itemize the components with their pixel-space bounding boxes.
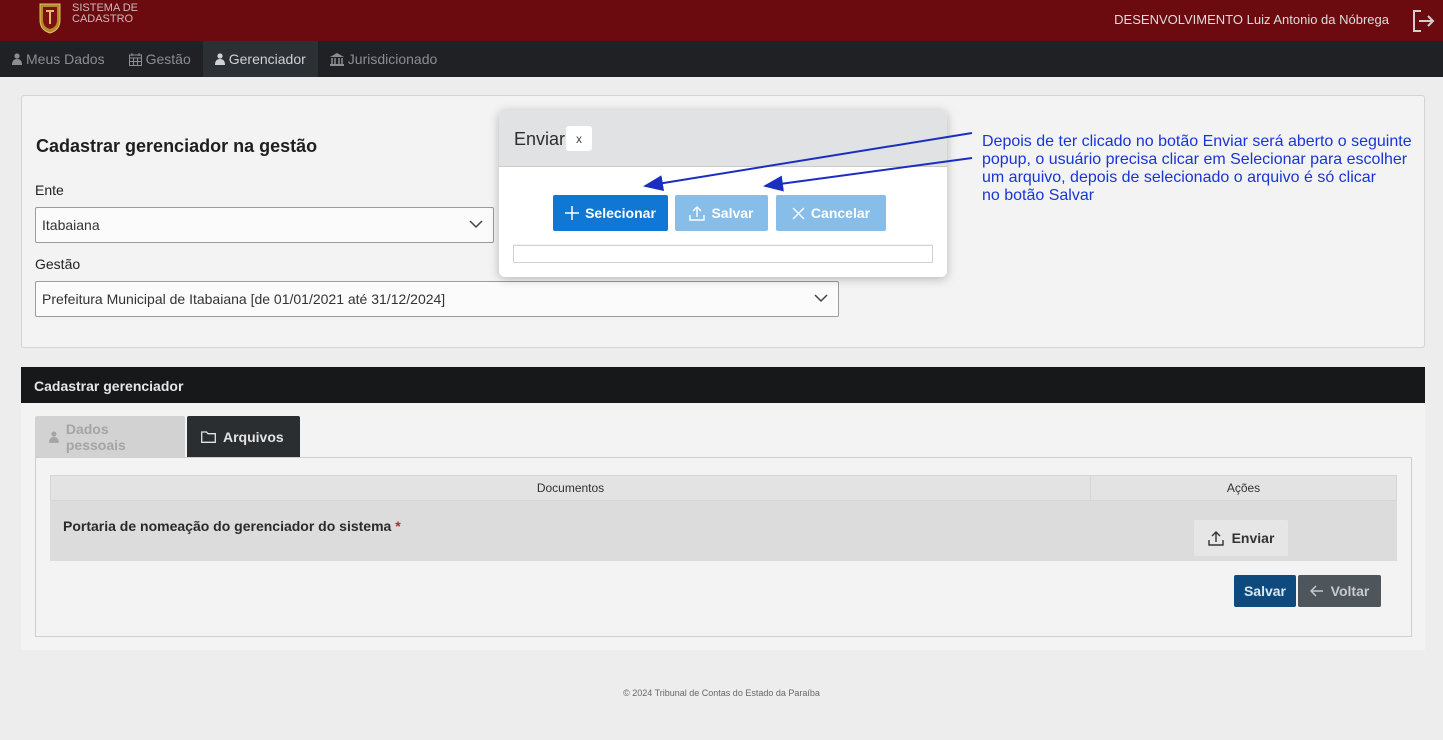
- annotation-line: popup, o usuário precisa clicar em Selec…: [982, 151, 1408, 168]
- modal-cancel-button[interactable]: Cancelar: [776, 195, 886, 231]
- modal-close-button[interactable]: x: [566, 126, 592, 151]
- column-header-acoes: Ações: [1226, 481, 1261, 495]
- user-name: DESENVOLVIMENTO Luiz Antonio da Nóbrega: [1114, 12, 1389, 27]
- brand-name: SISTEMA DE CADASTRO: [72, 3, 138, 25]
- ente-select[interactable]: Itabaiana: [35, 207, 494, 243]
- footer-copyright: © 2024 Tribunal de Contas do Estado da P…: [623, 688, 820, 698]
- table-row: Portaria de nomeação do gerenciador do s…: [50, 501, 1397, 561]
- modal-body: Selecionar Salvar Cancelar: [513, 182, 933, 263]
- chevron-down-icon: [469, 220, 483, 229]
- select-file-button[interactable]: Selecionar: [553, 195, 668, 231]
- annotation-line: Depois de ter clicado no botão Enviar se…: [982, 133, 1412, 150]
- page-title: Cadastrar gerenciador na gestão: [36, 136, 318, 156]
- nav-item-label: Meus Dados: [26, 51, 105, 67]
- modal-header: Enviar x: [499, 110, 947, 167]
- tab-label: Arquivos: [223, 428, 284, 445]
- close-icon: [792, 207, 805, 219]
- upload-icon: [689, 205, 706, 221]
- ente-label: Ente: [35, 182, 64, 198]
- nav-item-jurisdicionado[interactable]: Jurisdicionado: [318, 41, 450, 77]
- nav-item-label: Gerenciador: [228, 51, 306, 67]
- upload-icon: [1207, 530, 1224, 546]
- gestao-label: Gestão: [35, 256, 81, 272]
- annotation-text: Depois de ter clicado no botão Enviar se…: [982, 133, 1427, 205]
- upload-file-area: [513, 245, 933, 263]
- user-icon: [49, 430, 59, 443]
- modal-save-label: Salvar: [711, 205, 754, 221]
- modal-cancel-label: Cancelar: [810, 205, 871, 221]
- required-mark: *: [395, 518, 401, 534]
- gestao-select[interactable]: Prefeitura Municipal de Itabaiana [de 01…: [35, 281, 839, 317]
- tce-crest-logo: [39, 3, 61, 34]
- user-icon: [214, 53, 225, 65]
- document-name: Portaria de nomeação do gerenciador do s…: [63, 518, 401, 534]
- tab-label: Dados pessoais: [65, 420, 126, 453]
- main-nav: Meus Dados Gestão Gerenciador Jurisdicio…: [0, 41, 1443, 77]
- select-label: Selecionar: [585, 205, 656, 221]
- calendar-icon: [128, 52, 142, 66]
- document-name-text: Portaria de nomeação do gerenciador do s…: [63, 518, 392, 534]
- annotation-line: um arquivo, depois de selecionado o arqu…: [982, 169, 1377, 186]
- modal-save-button[interactable]: Salvar: [675, 195, 768, 231]
- user-icon: [12, 53, 22, 65]
- modal-title: Enviar: [514, 129, 566, 149]
- arquivos-panel: Documentos Ações Portaria de nomeação do…: [35, 457, 1412, 637]
- brand-line-2: CADASTRO: [72, 13, 134, 25]
- ente-select-value: Itabaiana: [42, 217, 100, 233]
- tab-dados-pessoais[interactable]: Dados pessoais: [35, 416, 185, 457]
- nav-item-gerenciador[interactable]: Gerenciador: [202, 41, 318, 77]
- tab-arquivos[interactable]: Arquivos: [187, 416, 300, 457]
- save-button[interactable]: Salvar: [1234, 575, 1296, 607]
- logout-icon[interactable]: [1409, 7, 1437, 35]
- enviar-modal: Enviar x Selecionar Salvar Cancelar: [499, 110, 947, 277]
- arrow-left-icon: [1309, 585, 1323, 597]
- gestao-select-value: Prefeitura Municipal de Itabaiana [de 01…: [42, 291, 446, 307]
- table-header: Documentos Ações: [50, 475, 1397, 501]
- nav-item-gestao[interactable]: Gestão: [117, 41, 203, 77]
- enviar-button[interactable]: Enviar: [1194, 520, 1288, 556]
- chevron-down-icon: [814, 294, 828, 303]
- enviar-label: Enviar: [1231, 530, 1275, 546]
- nav-item-meus-dados[interactable]: Meus Dados: [0, 41, 117, 77]
- nav-item-label: Jurisdicionado: [347, 51, 438, 67]
- institution-icon: [329, 52, 344, 66]
- annotation-line: no botão Salvar: [982, 187, 1095, 204]
- cadastro-card: Cadastrar gerenciador Dados pessoais Arq…: [21, 367, 1425, 650]
- upload-toolbar: Selecionar Salvar Cancelar: [513, 182, 933, 244]
- top-bar: SISTEMA DE CADASTRO DESENVOLVIMENTO Luiz…: [0, 0, 1443, 41]
- nav-item-label: Gestão: [145, 51, 191, 67]
- column-header-documentos: Documentos: [51, 476, 1091, 500]
- cadastro-header: Cadastrar gerenciador: [21, 367, 1425, 403]
- plus-icon: [565, 206, 580, 220]
- back-button[interactable]: Voltar: [1298, 575, 1381, 607]
- back-label: Voltar: [1330, 583, 1370, 599]
- folder-icon: [201, 430, 216, 443]
- documents-table: Documentos Ações Portaria de nomeação do…: [50, 475, 1397, 561]
